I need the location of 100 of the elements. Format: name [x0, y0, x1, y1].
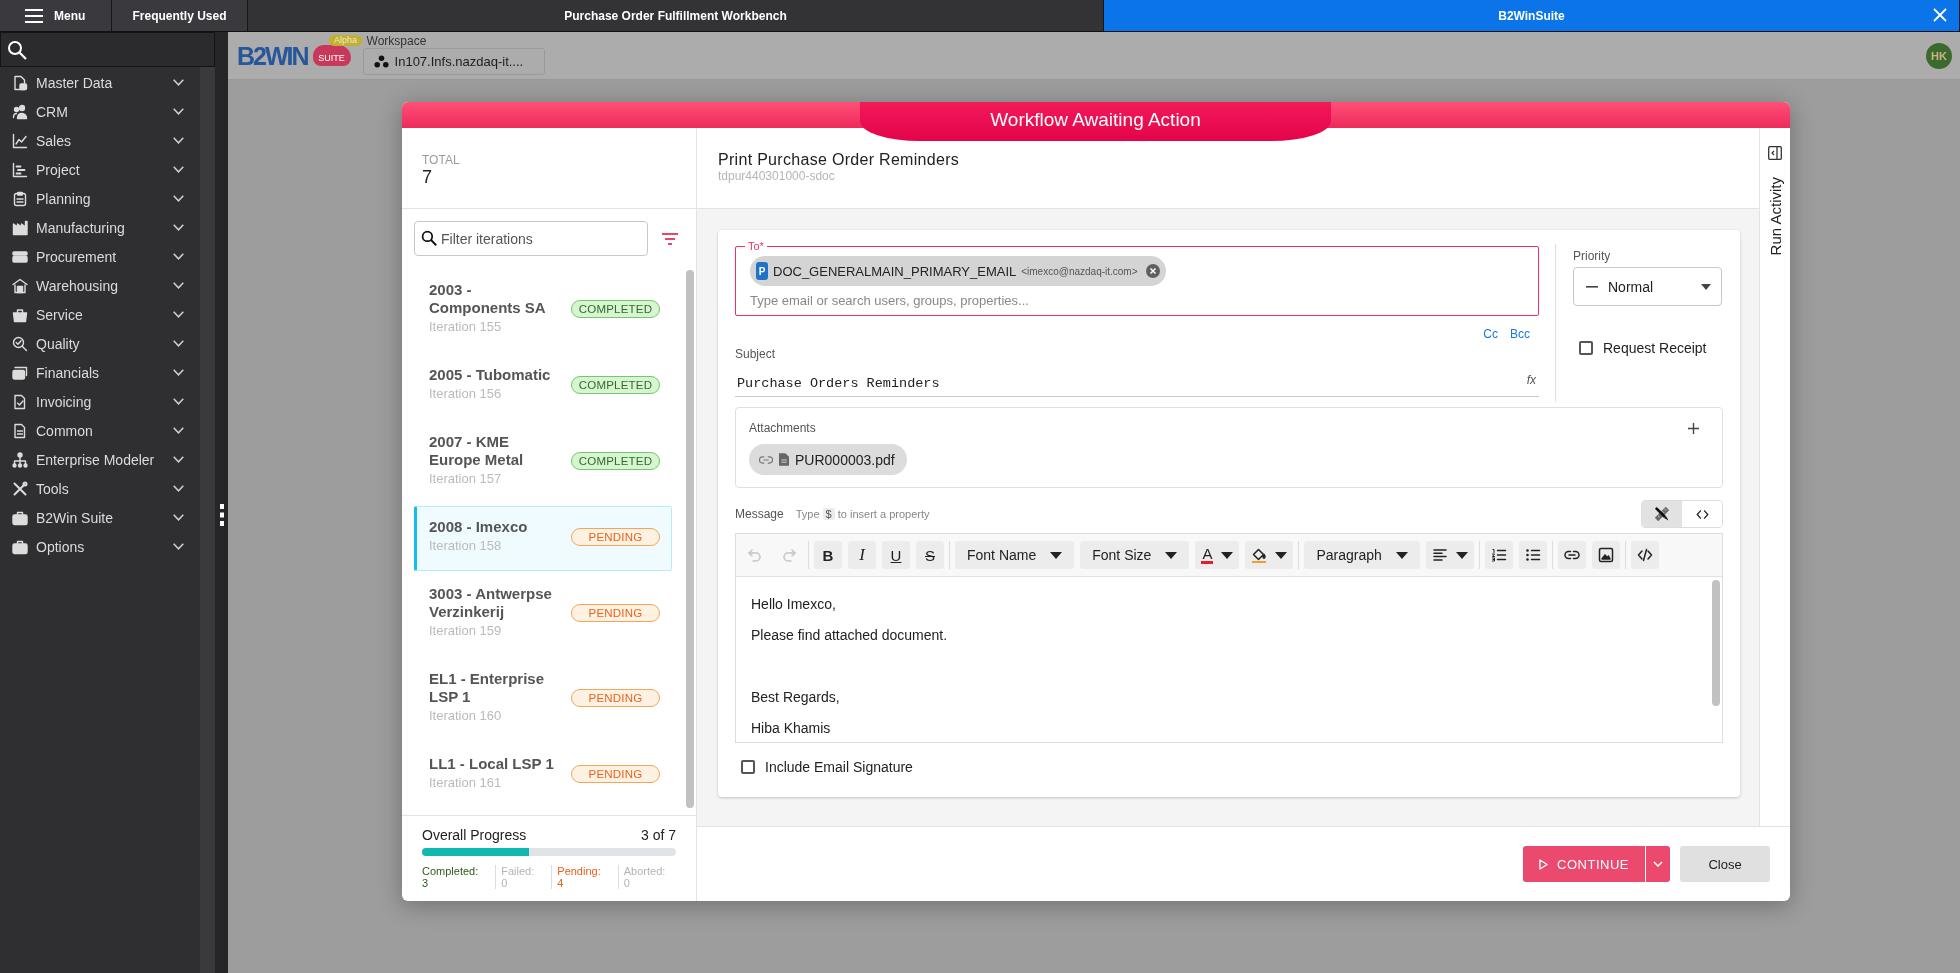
dash-icon [1586, 285, 1598, 288]
priority-select[interactable]: Normal [1573, 267, 1722, 306]
source-code-button[interactable] [1630, 541, 1659, 569]
bcc-link[interactable]: Bcc [1510, 327, 1530, 341]
pencil-and-ruler-icon [1654, 506, 1670, 522]
menu-button[interactable]: Menu [0, 0, 112, 31]
factory-icon [12, 219, 28, 236]
caret-icon [1221, 551, 1234, 559]
logo-wordmark: B2WIN [237, 41, 308, 70]
hierarchy-icon [12, 451, 28, 468]
sidebar-item[interactable]: Warehousing [0, 271, 200, 300]
sidebar-item[interactable]: Common [0, 416, 200, 445]
iteration-item[interactable]: 2003 - Components SA Iteration 155 COMPLETED [414, 269, 672, 352]
status-badge: PENDING [571, 689, 660, 707]
toolbar-dropdown[interactable]: Font Name [955, 541, 1075, 569]
field-label: Message [735, 507, 784, 521]
panel-toggle-icon [1768, 146, 1782, 160]
sidebar-item[interactable]: Enterprise Modeler [0, 445, 200, 474]
dialog-title: Workflow Awaiting Action [860, 102, 1331, 141]
side-panel-tab[interactable]: Run Activity [1759, 128, 1790, 826]
sidebar-item[interactable]: Sales [0, 126, 200, 155]
property-badge: P [756, 262, 768, 280]
iteration-item[interactable]: 2005 - Tubomatic Iteration 156 COMPLETED [414, 354, 672, 419]
tab[interactable]: Purchase Order Fulfillment Workbench [248, 0, 1104, 31]
italic-button[interactable]: I [848, 541, 876, 569]
bold-button[interactable]: B [814, 541, 842, 569]
field-label: To* [745, 240, 767, 252]
iteration-item[interactable]: 2008 - Imexco Iteration 158 PENDING [414, 506, 672, 571]
iteration-title: EL1 - Enterprise LSP 1 [429, 670, 546, 706]
tab[interactable]: Frequently Used [112, 0, 248, 31]
add-icon[interactable] [1688, 422, 1699, 434]
sidebar-item[interactable]: Manufacturing [0, 213, 200, 242]
subject-field[interactable]: Purchase Orders Reminders fx [735, 370, 1539, 397]
checkbox[interactable] [1579, 341, 1593, 355]
iteration-title: 2005 - Tubomatic [429, 366, 552, 384]
iteration-item[interactable]: EL1 - Enterprise LSP 1 Iteration 160 PENDING [414, 658, 672, 741]
cloud-logo: SUITE [312, 45, 351, 66]
code-brackets-icon [1695, 507, 1709, 521]
remove-icon[interactable] [1145, 264, 1160, 278]
strikethrough-button[interactable]: S [916, 541, 944, 569]
hint-text: Type $ to insert a property [795, 508, 930, 520]
sidebar-item[interactable]: Service [0, 300, 200, 329]
sidebar-item[interactable]: CRM [0, 97, 200, 126]
recipient-chip[interactable]: P DOC_GENERALMAIN_PRIMARY_EMAIL <imexco@nazdaq-it.com> [750, 256, 1166, 286]
filter-icon[interactable] [662, 232, 678, 245]
text-color-button[interactable]: A [1195, 541, 1240, 569]
visual-mode-button[interactable] [1642, 501, 1682, 527]
close-button[interactable]: Close [1680, 846, 1770, 882]
scrollbar-thumb[interactable] [1712, 580, 1720, 706]
cash-icon [12, 364, 28, 381]
workspace-selector[interactable]: In107.Infs.nazdaq-it.... [362, 47, 545, 75]
close-icon[interactable] [1933, 8, 1947, 22]
document-lines-icon [12, 422, 28, 439]
code-icon [1636, 547, 1653, 563]
iteration-item[interactable]: 2007 - KME Europe Metal Iteration 157 COMPLETED [414, 421, 672, 504]
stat-label: Completed: [422, 865, 479, 877]
numbered-list-button[interactable] [1484, 541, 1513, 569]
sidebar-item[interactable]: Financials [0, 358, 200, 387]
align-button[interactable] [1425, 541, 1474, 569]
search-field[interactable] [0, 32, 215, 67]
checkbox[interactable] [741, 760, 755, 774]
iteration-number: Iteration 158 [429, 537, 503, 555]
toolbar-dropdown[interactable]: Paragraph [1304, 541, 1420, 569]
function-button[interactable]: fx [1526, 373, 1536, 387]
warehouse-icon [12, 277, 28, 294]
iteration-number: Iteration 161 [429, 774, 503, 792]
caret-icon [1165, 551, 1178, 559]
filter-field[interactable]: Filter iterations [414, 221, 648, 256]
numbered-list-icon [1490, 547, 1507, 563]
sidebar-item[interactable]: Planning [0, 184, 200, 213]
magnifier-check-icon [12, 335, 28, 352]
underline-button[interactable]: U [882, 541, 910, 569]
sidebar-item[interactable]: Quality [0, 329, 200, 358]
iteration-item[interactable]: LL1 - Local LSP 1 Iteration 161 PENDING [414, 743, 672, 808]
search-icon [421, 230, 437, 246]
toolbar-dropdown[interactable]: Font Size [1080, 541, 1190, 569]
message-editor[interactable]: Hello Imexco, Please find attached document. Best Regards, Hiba Khamis [736, 577, 1722, 742]
highlight-button[interactable] [1245, 541, 1294, 569]
message-paragraph: Hiba Khamis [751, 719, 832, 738]
link-button[interactable] [1557, 541, 1586, 569]
image-button[interactable] [1591, 541, 1620, 569]
attachment-chip[interactable]: PUR000003.pdf [749, 444, 907, 475]
iteration-number: Iteration 155 [429, 318, 503, 336]
recipient-name: DOC_GENERALMAIN_PRIMARY_EMAIL [773, 263, 1017, 279]
sidebar-item[interactable]: B2Win Suite [0, 503, 200, 532]
continue-button[interactable]: CONTINUE [1523, 846, 1645, 882]
sidebar-item[interactable]: Options [0, 532, 200, 561]
iteration-item[interactable]: 3003 - Antwerpse Verzinkerij Iteration 159 PENDING [414, 573, 672, 656]
sidebar-item[interactable]: Project [0, 155, 200, 184]
image-icon [1597, 547, 1614, 563]
iteration-title: LL1 - Local LSP 1 [429, 755, 555, 773]
iteration-title: 2003 - Components SA [429, 281, 547, 317]
tab[interactable]: B2WinSuite [1104, 0, 1960, 31]
sidebar-item[interactable]: Procurement [0, 242, 200, 271]
scrollbar-thumb[interactable] [686, 270, 694, 808]
sidebar-item[interactable]: Master Data [0, 68, 200, 97]
bullet-list-button[interactable] [1518, 541, 1547, 569]
sidebar-item[interactable]: Invoicing [0, 387, 200, 416]
sidebar-item[interactable]: Tools [0, 474, 200, 503]
cc-link[interactable]: Cc [1483, 327, 1498, 341]
